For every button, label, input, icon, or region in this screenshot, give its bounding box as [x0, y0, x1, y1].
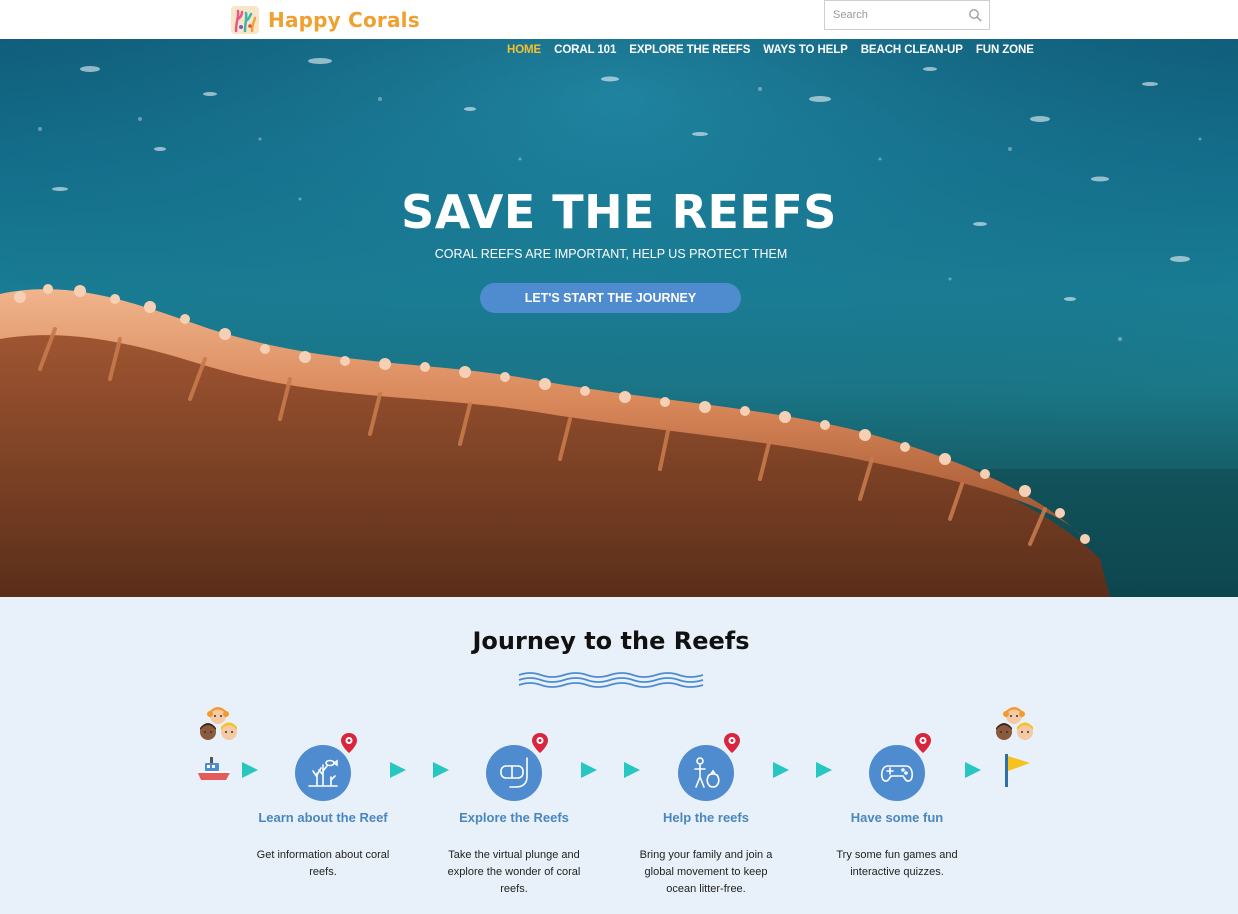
journey-section: Journey to the Reefs Learn about the Ree…: [0, 597, 1238, 914]
main-nav: HOME CORAL 101 EXPLORE THE REEFS WAYS TO…: [507, 44, 1034, 56]
coral-logo-icon: [231, 6, 259, 34]
arrow-icon: [624, 762, 640, 778]
wave-divider-icon: [518, 672, 704, 688]
hero-banner: HOME CORAL 101 EXPLORE THE REEFS WAYS TO…: [0, 39, 1238, 597]
brand-name: Happy Corals: [268, 8, 420, 32]
coral-reef-icon: [308, 759, 338, 787]
snorkel-mask-icon: [500, 757, 528, 788]
map-pin-icon: [532, 733, 548, 753]
nav-item-coral-101[interactable]: CORAL 101: [554, 44, 616, 56]
finish-flag-icon: [1005, 754, 1030, 787]
search-box[interactable]: [824, 0, 990, 30]
nav-item-fun-zone[interactable]: FUN ZONE: [976, 44, 1034, 56]
boat-icon: [197, 757, 231, 780]
nav-item-ways-to-help[interactable]: WAYS TO HELP: [763, 44, 848, 56]
step-description: Take the virtual plunge and explore the …: [447, 849, 581, 895]
arrow-icon: [390, 762, 406, 778]
gamepad-icon: [880, 765, 914, 782]
arrow-icon: [433, 762, 449, 778]
map-pin-icon: [724, 733, 740, 753]
map-pin-icon: [915, 733, 931, 753]
map-pin-icon: [341, 733, 357, 753]
arrow-icon: [773, 762, 789, 778]
kids-icon: [996, 707, 1033, 740]
search-icon[interactable]: [968, 8, 982, 22]
journey-title: Journey to the Reefs: [472, 627, 750, 655]
hero-subtitle: CORAL REEFS ARE IMPORTANT, HELP US PROTE…: [434, 247, 788, 261]
kids-icon: [200, 707, 237, 740]
arrow-icon: [965, 762, 981, 778]
step-description: Try some fun games and interactive quizz…: [836, 849, 958, 878]
nav-item-home[interactable]: HOME: [507, 44, 541, 56]
nav-item-explore-the-reefs[interactable]: EXPLORE THE REEFS: [629, 44, 750, 56]
arrow-icon: [816, 762, 832, 778]
step-description: Bring your family and join a global move…: [639, 849, 773, 895]
step-title[interactable]: Have some fun: [797, 810, 997, 825]
step-description: Get information about coral reefs.: [256, 849, 390, 878]
brand-logo[interactable]: Happy Corals: [230, 5, 420, 35]
arrow-icon: [242, 762, 258, 778]
nav-item-beach-clean-up[interactable]: BEACH CLEAN-UP: [861, 44, 963, 56]
search-input[interactable]: [833, 7, 963, 23]
start-journey-button[interactable]: LET'S START THE JOURNEY: [480, 283, 741, 313]
site-header: Happy Corals: [0, 0, 1238, 39]
step-title[interactable]: Learn about the Reef: [223, 810, 423, 825]
coral-reef-background-image: [0, 39, 1238, 597]
hero-title: SAVE THE REEFS: [401, 185, 837, 239]
arrow-icon: [581, 762, 597, 778]
step-title[interactable]: Help the reefs: [606, 810, 806, 825]
trash-collector-icon: [694, 757, 720, 788]
step-title[interactable]: Explore the Reefs: [414, 810, 614, 825]
